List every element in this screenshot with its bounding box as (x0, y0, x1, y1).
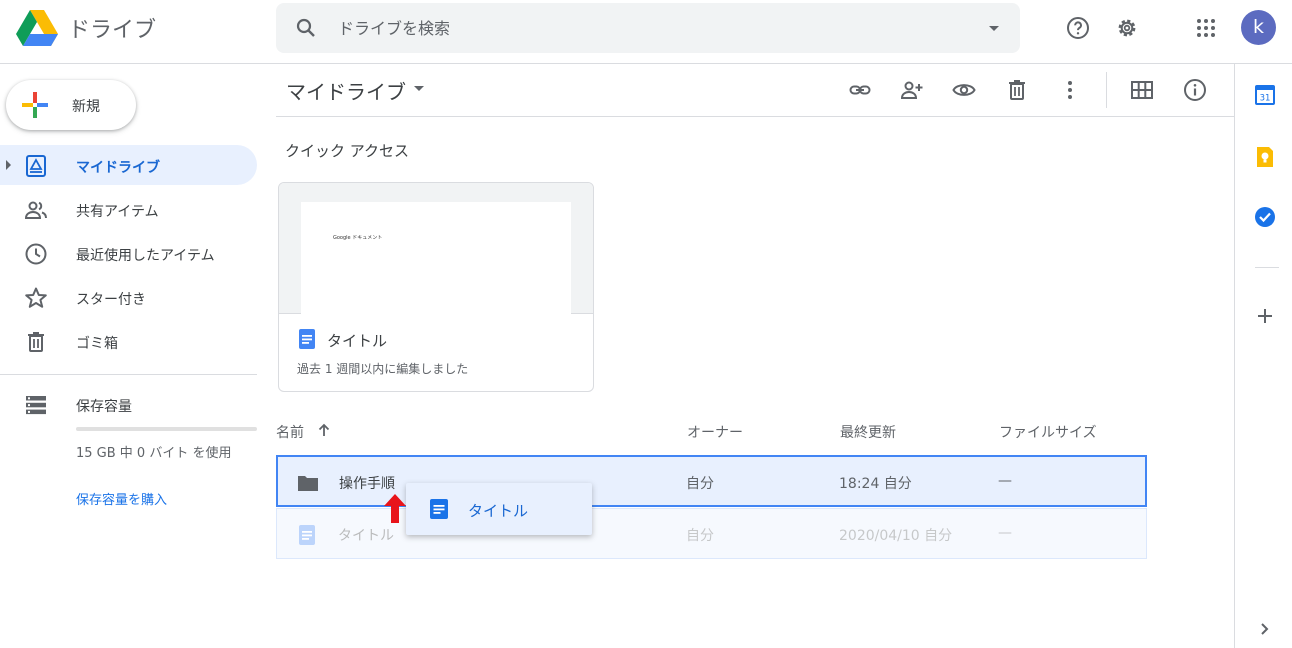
info-icon[interactable] (1183, 78, 1207, 102)
keep-icon[interactable] (1254, 146, 1276, 168)
toolbar-divider (1106, 72, 1107, 108)
thumbnail-text: Google ドキュメント (333, 235, 383, 241)
drag-chip-label: タイトル (468, 502, 529, 520)
doc-preview-page: Google ドキュメント (301, 202, 571, 314)
storage-icon (26, 396, 46, 415)
expand-caret-icon[interactable] (6, 160, 11, 170)
quick-access-card[interactable]: Google ドキュメント タイトル 過去 1 週間以内に編集しました (278, 182, 594, 392)
new-button-label: 新規 (72, 99, 100, 115)
search-options-dropdown-icon[interactable] (982, 16, 1006, 40)
my-drive-icon (26, 155, 46, 177)
app-title[interactable]: ドライブ (68, 12, 156, 44)
breadcrumb-dropdown-icon[interactable] (414, 86, 424, 91)
sidebar-item-recent[interactable]: 最近使用したアイテム (0, 233, 257, 273)
file-size: — (998, 525, 1012, 541)
search-input[interactable] (338, 17, 938, 39)
sidebar-item-storage[interactable]: 保存容量 (0, 384, 257, 424)
trash-icon (28, 332, 44, 352)
sidebar-item-shared[interactable]: 共有アイテム (0, 189, 257, 229)
account-avatar[interactable]: k (1241, 10, 1276, 45)
sidebar-item-label: スター付き (76, 292, 146, 308)
column-header-size[interactable]: ファイルサイズ (999, 422, 1097, 442)
grid-view-icon[interactable] (1130, 78, 1154, 102)
calendar-icon[interactable]: 31 (1254, 84, 1276, 106)
quick-access-title: クイック アクセス (285, 142, 410, 160)
delete-trash-icon[interactable] (1005, 78, 1029, 102)
more-options-icon[interactable] (1058, 78, 1082, 102)
svg-text:31: 31 (1260, 94, 1271, 104)
get-link-icon[interactable] (848, 78, 872, 102)
sidebar-item-label: 最近使用したアイテム (76, 248, 215, 264)
shared-people-icon (24, 201, 47, 219)
share-add-person-icon[interactable] (900, 78, 924, 102)
apps-grid-icon[interactable] (1194, 16, 1218, 40)
expand-panel-chevron-icon[interactable] (1254, 618, 1276, 640)
folder-icon (298, 476, 318, 491)
file-name: タイトル (338, 528, 394, 544)
file-modified: 2020/04/10 自分 (839, 528, 953, 544)
sidebar-item-label: マイドライブ (76, 160, 160, 176)
add-addon-plus-icon[interactable] (1254, 305, 1276, 327)
card-subtitle: 過去 1 週間以内に編集しました (297, 362, 469, 376)
storage-usage-text: 15 GB 中 0 バイト を使用 (76, 446, 232, 461)
sidebar-item-label: 共有アイテム (76, 204, 159, 220)
drive-logo-icon[interactable] (16, 10, 58, 48)
top-bar: ドライブ k (0, 0, 1292, 64)
tasks-icon[interactable] (1254, 206, 1276, 228)
search-icon[interactable] (294, 16, 318, 40)
card-thumbnail: Google ドキュメント (279, 183, 593, 314)
file-owner: 自分 (686, 476, 714, 492)
google-docs-icon (299, 525, 315, 545)
star-icon (25, 287, 47, 308)
storage-usage-bar (76, 427, 257, 431)
preview-eye-icon[interactable] (952, 78, 976, 102)
toolbar-separator (276, 116, 1234, 117)
file-size: — (998, 473, 1012, 489)
clock-icon (25, 243, 47, 265)
sidebar-divider (0, 374, 257, 375)
sidebar-item-starred[interactable]: スター付き (0, 277, 257, 317)
sort-ascending-arrow-icon[interactable] (316, 422, 332, 438)
plus-icon (22, 92, 48, 118)
file-name: 操作手順 (339, 476, 395, 492)
column-header-owner[interactable]: オーナー (687, 422, 743, 442)
file-owner: 自分 (686, 528, 714, 544)
card-title: タイトル (327, 332, 388, 350)
help-icon[interactable] (1066, 16, 1090, 40)
new-button[interactable]: 新規 (6, 80, 136, 130)
drag-preview-chip[interactable]: タイトル (406, 483, 592, 535)
sidebar-item-my-drive[interactable]: マイドライブ (0, 145, 257, 185)
side-panel: 31 (1234, 64, 1292, 648)
breadcrumb[interactable]: マイドライブ (286, 76, 406, 105)
storage-label: 保存容量 (76, 399, 132, 415)
buy-storage-link[interactable]: 保存容量を購入 (76, 489, 167, 508)
sidebar-item-label: ゴミ箱 (76, 336, 118, 352)
column-header-name[interactable]: 名前 (276, 422, 304, 442)
main-content: マイドライブ クイック アクセス Google ドキュメント タイトル 過去 1… (270, 64, 1234, 648)
google-docs-icon (430, 499, 448, 519)
sidebar-item-trash[interactable]: ゴミ箱 (0, 321, 257, 361)
red-drop-arrow-icon (384, 494, 406, 523)
search-bar[interactable] (276, 3, 1020, 53)
google-docs-icon (299, 329, 315, 349)
side-panel-divider (1255, 267, 1279, 268)
settings-gear-icon[interactable] (1115, 16, 1139, 40)
sidebar: 新規 マイドライブ 共有アイテム 最近使用したアイテム スター付き ゴミ箱 保存… (0, 64, 270, 648)
file-modified: 18:24 自分 (839, 476, 912, 492)
column-header-modified[interactable]: 最終更新 (840, 422, 896, 442)
